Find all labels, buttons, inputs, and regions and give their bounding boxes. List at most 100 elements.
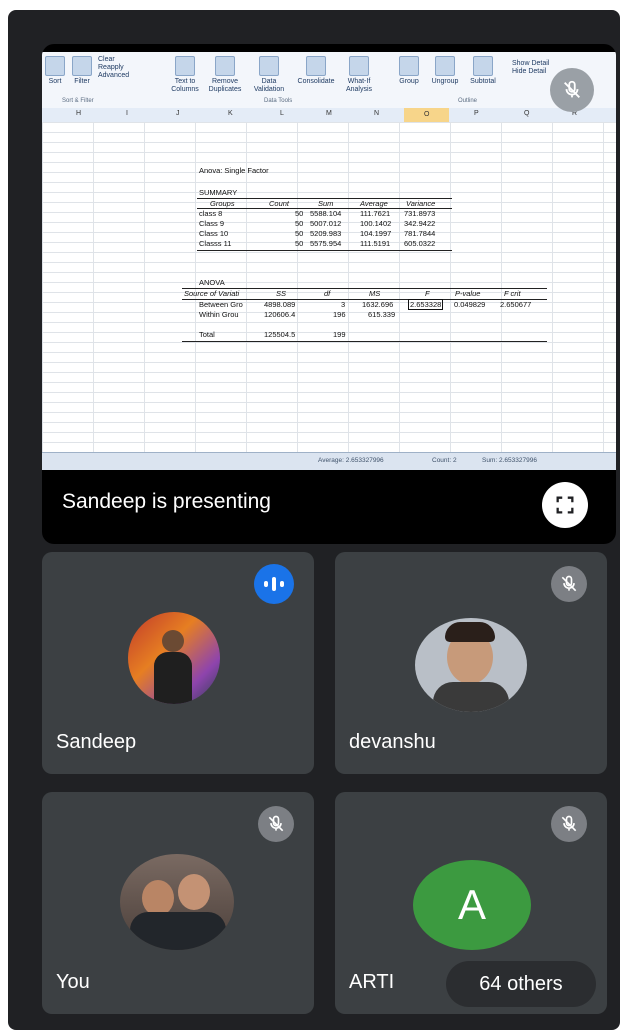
column-header-selected: O: [404, 108, 450, 122]
avatar-body: [154, 652, 192, 704]
summary-cell: 5007.012: [310, 219, 342, 228]
summary-cell: 50: [295, 219, 304, 228]
status-average: Average: 2.653327996: [318, 457, 384, 464]
anova-cell: Total: [199, 330, 215, 339]
excel-ribbon: Sort Filter Clear Reapply Advanced Text to…: [42, 52, 616, 109]
anova-header: MS: [369, 289, 381, 298]
anova-header: P-value: [455, 289, 481, 298]
selected-cell[interactable]: 2.653328: [408, 299, 444, 310]
data-validation-icon: [259, 56, 279, 76]
anova-cell: 2.650677: [500, 300, 532, 309]
anova-header: Source of Variati: [184, 289, 240, 298]
ribbon-button: Sort: [44, 56, 66, 86]
avatar-body: [130, 912, 226, 950]
ribbon-button: Data Validation: [250, 56, 288, 94]
summary-header: Groups: [210, 199, 235, 208]
avatar-hair: [445, 622, 495, 642]
avatar-face: [162, 630, 184, 652]
anova-cell: 125504.5: [264, 330, 296, 339]
column-header: P: [474, 110, 479, 117]
presentation-tile[interactable]: Sort Filter Clear Reapply Advanced Text to…: [42, 44, 616, 544]
ribbon-button: Text to Columns: [168, 56, 202, 94]
summary-cell: 5209.983: [310, 229, 342, 238]
participant-name: Sandeep: [56, 731, 137, 753]
ribbon-group-label: Sort & Filter: [62, 98, 94, 104]
summary-cell: Class 9: [199, 219, 225, 228]
column-header: L: [280, 110, 284, 117]
summary-cell: 605.0322: [404, 239, 436, 248]
fullscreen-icon: [556, 496, 574, 514]
summary-cell: Class 10: [199, 229, 229, 238]
others-count-button[interactable]: 64 others: [446, 961, 596, 1007]
ungroup-icon: [435, 56, 455, 76]
column-header: J: [176, 110, 180, 117]
summary-cell: 111.5191: [360, 239, 391, 248]
anova-cell: 3: [341, 300, 346, 309]
anova-cell: 0.049829: [454, 300, 486, 309]
participant-name: You: [56, 971, 90, 993]
summary-cell: Classs 11: [199, 239, 232, 248]
summary-header: Variance: [406, 199, 436, 208]
anova-cell: Within Grou: [199, 310, 239, 319]
group-icon: [399, 56, 419, 76]
consolidate-icon: [306, 56, 326, 76]
participant-tile-sandeep[interactable]: Sandeep: [42, 552, 314, 774]
participant-tile-devanshu[interactable]: devanshu: [335, 552, 607, 774]
mic-off-icon: [258, 806, 294, 842]
summary-cell: class 8: [199, 209, 223, 218]
ribbon-button: Clear Reapply Advanced: [98, 56, 130, 79]
summary-cell: 781.7844: [404, 229, 436, 238]
you-avatar: [120, 854, 234, 950]
summary-header: Average: [360, 199, 388, 208]
column-header: K: [228, 110, 233, 117]
summary-cell: 342.9422: [404, 219, 436, 228]
arti-letter-avatar: A: [413, 860, 531, 950]
speaking-indicator-icon: [254, 564, 294, 604]
ribbon-button: What-If Analysis: [340, 56, 378, 94]
subtotal-icon: [473, 56, 493, 76]
summary-cell: 100.1402: [360, 219, 392, 228]
fullscreen-button[interactable]: [542, 482, 588, 528]
devanshu-avatar: [415, 618, 527, 712]
anova-cell: 199: [333, 330, 346, 339]
summary-cell: 104.1997: [360, 229, 392, 238]
sort-icon: [45, 56, 65, 76]
filter-icon: [72, 56, 92, 76]
meet-app: Sort Filter Clear Reapply Advanced Text to…: [8, 10, 620, 1030]
column-header: M: [326, 110, 332, 117]
anova-header: F crit: [504, 289, 521, 298]
ribbon-button: Remove Duplicates: [206, 56, 244, 94]
anova-header: df: [324, 289, 331, 298]
participant-name: devanshu: [349, 731, 436, 753]
status-count: Count: 2: [432, 457, 457, 464]
participant-name: ARTI: [349, 971, 395, 993]
column-header: I: [126, 110, 128, 117]
ribbon-button: Consolidate: [296, 56, 336, 86]
anova-cell: 1632.696: [362, 300, 394, 309]
column-headers: H I J K L M N O P Q R: [42, 108, 616, 123]
column-header: N: [374, 110, 380, 117]
table-rule: [197, 250, 452, 251]
presenter-mic-off-icon: [550, 68, 594, 112]
excel-status-bar: Average: 2.653327996 Count: 2 Sum: 2.653…: [42, 452, 616, 470]
summary-cell: 50: [295, 209, 304, 218]
avatar-body: [433, 682, 509, 712]
anova-cell: 120606.4: [264, 310, 296, 319]
sandeep-avatar: [128, 612, 220, 704]
anova-title: Anova: Single Factor: [199, 166, 269, 175]
ribbon-group-label: Outline: [458, 98, 478, 104]
table-rule: [182, 341, 547, 342]
column-header: Q: [524, 110, 530, 117]
anova-cell: Between Gro: [199, 300, 243, 309]
status-sum: Sum: 2.653327996: [482, 457, 537, 464]
summary-header: Count: [269, 199, 290, 208]
summary-cell: 50: [295, 229, 304, 238]
avatar-face: [178, 874, 210, 910]
anova-cell: 615.339: [368, 310, 396, 319]
shared-screen: Sort Filter Clear Reapply Advanced Text to…: [42, 52, 616, 470]
participant-tile-you[interactable]: You: [42, 792, 314, 1014]
remove-duplicates-icon: [215, 56, 235, 76]
summary-cell: 111.7621: [360, 209, 391, 218]
mic-off-icon: [551, 806, 587, 842]
summary-cell: 5575.954: [310, 239, 342, 248]
